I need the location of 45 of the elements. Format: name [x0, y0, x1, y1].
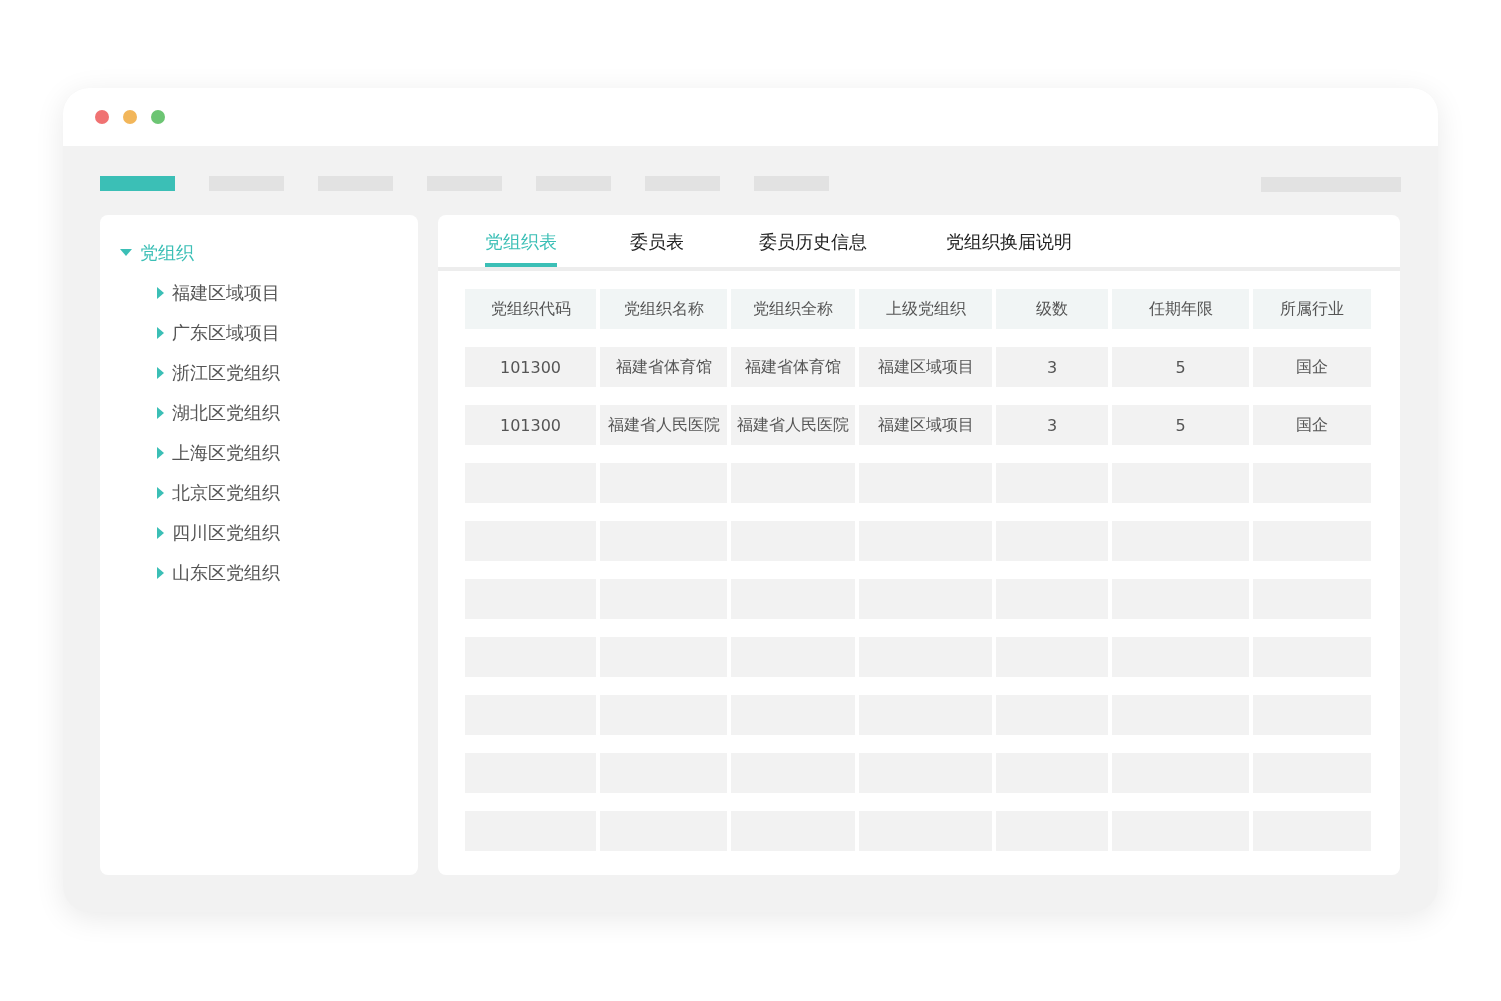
- table-cell: 101300: [465, 347, 596, 387]
- caret-right-icon[interactable]: [157, 447, 164, 459]
- table-cell: 国企: [1253, 347, 1371, 387]
- nav-tab[interactable]: [100, 175, 175, 191]
- table-cell: 福建区域项目: [859, 405, 992, 445]
- column-header: 级数: [996, 289, 1108, 329]
- table-cell: 国企: [1253, 405, 1371, 445]
- tab[interactable]: 委员历史信息: [759, 215, 867, 267]
- caret-right-icon[interactable]: [157, 367, 164, 379]
- caret-down-icon[interactable]: [120, 249, 132, 257]
- tree-item[interactable]: 上海区党组织: [172, 441, 280, 465]
- tree-item[interactable]: 浙江区党组织: [172, 361, 280, 385]
- caret-right-icon[interactable]: [157, 407, 164, 419]
- table-cell: 3: [996, 405, 1108, 445]
- tree-item[interactable]: 广东区域项目: [172, 321, 280, 345]
- column-header: 任期年限: [1112, 289, 1249, 329]
- tab[interactable]: 党组织换届说明: [946, 215, 1072, 267]
- tree-item[interactable]: 北京区党组织: [172, 481, 280, 505]
- caret-right-icon[interactable]: [157, 487, 164, 499]
- table-cell: 福建省体育馆: [731, 347, 855, 387]
- tree-item[interactable]: 山东区党组织: [172, 561, 280, 585]
- tree-item[interactable]: 福建区域项目: [172, 281, 280, 305]
- column-header: 党组织代码: [465, 289, 596, 329]
- table-cell: 5: [1112, 347, 1249, 387]
- column-header: 党组织全称: [731, 289, 855, 329]
- table-cell: 101300: [465, 405, 596, 445]
- column-header: 党组织名称: [600, 289, 727, 329]
- column-header: 所属行业: [1253, 289, 1371, 329]
- caret-right-icon[interactable]: [157, 527, 164, 539]
- tree-item[interactable]: 湖北区党组织: [172, 401, 280, 425]
- tree-item[interactable]: 四川区党组织: [172, 521, 280, 545]
- column-header: 上级党组织: [859, 289, 992, 329]
- table-cell: 3: [996, 347, 1108, 387]
- caret-right-icon[interactable]: [157, 287, 164, 299]
- table-cell: 福建省体育馆: [600, 347, 727, 387]
- table-cell: 福建省人民医院: [731, 405, 855, 445]
- caret-right-icon[interactable]: [157, 327, 164, 339]
- table-cell: 福建省人民医院: [600, 405, 727, 445]
- window-control-button[interactable]: [123, 110, 137, 124]
- table-cell: 5: [1112, 405, 1249, 445]
- window-control-button[interactable]: [95, 110, 109, 124]
- table-cell: 福建区域项目: [859, 347, 992, 387]
- window-control-button[interactable]: [151, 110, 165, 124]
- caret-right-icon[interactable]: [157, 567, 164, 579]
- tab[interactable]: 委员表: [630, 215, 684, 267]
